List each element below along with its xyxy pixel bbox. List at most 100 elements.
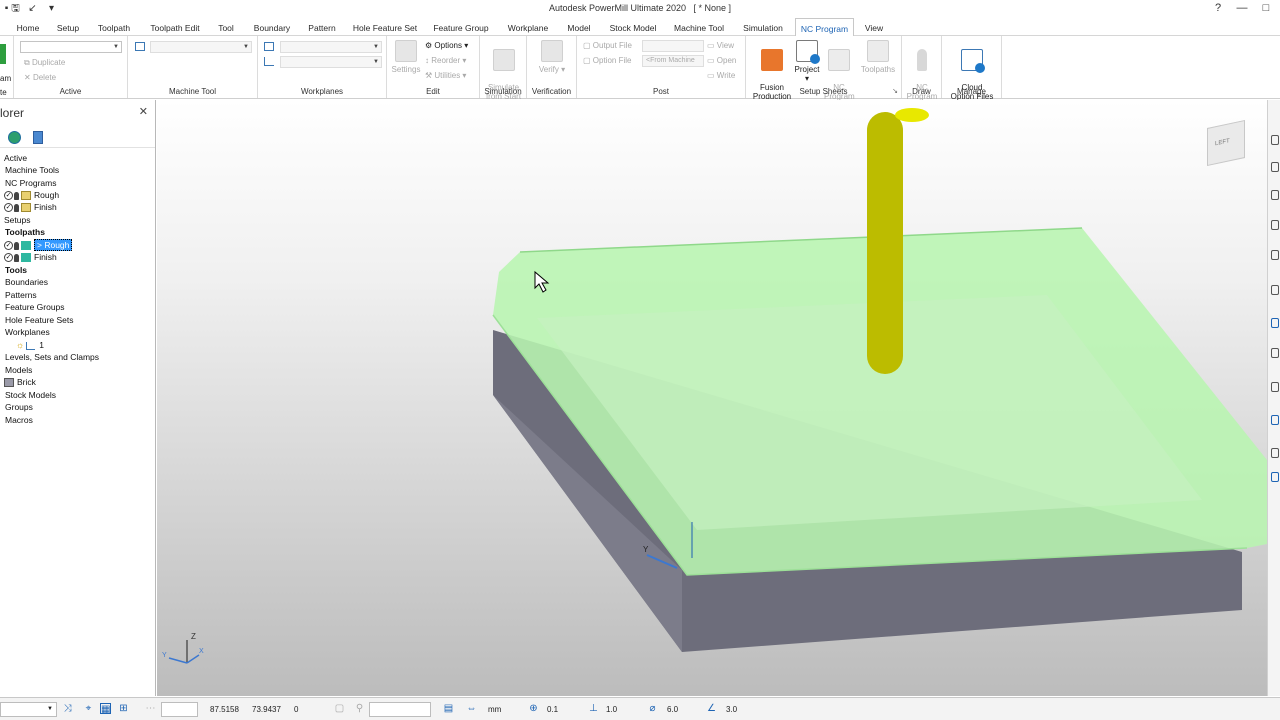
tab-setup[interactable]: Setup [52,20,84,36]
light-bulb-icon[interactable] [14,191,19,200]
tab-toolpath[interactable]: Toolpath [94,20,134,36]
stepover-icon[interactable]: ⊥ [588,703,599,714]
project-button[interactable]: Project ▾ [792,40,822,83]
tree-item-machine-tools[interactable]: Machine Tools [5,164,59,176]
tab-stock-model[interactable]: Stock Model [606,20,660,36]
tab-view[interactable]: View [862,20,886,36]
tree-item-nc-rough[interactable]: ✓ Rough [4,189,59,201]
verify-button[interactable]: Verify ▾ [535,40,569,74]
tree-item-groups[interactable]: Groups [5,401,33,413]
tree-item-active[interactable]: Active [4,152,27,164]
tree-item-tools[interactable]: Tools [5,264,27,276]
view-toolbar-icon[interactable] [1271,448,1279,458]
tab-tool[interactable]: Tool [214,20,238,36]
tab-feature-group[interactable]: Feature Group [431,20,491,36]
help-icon[interactable]: ? [1205,1,1231,16]
tolerance-icon[interactable]: ⊕ [528,703,539,714]
tree-item-brick[interactable]: Brick [4,376,36,388]
units-icon[interactable]: ⇔ [466,703,477,714]
view-toolbar-icon[interactable] [1271,220,1279,230]
check-icon[interactable]: ✓ [4,191,13,201]
tree-item-feature-groups[interactable]: Feature Groups [5,301,65,313]
diameter-icon[interactable]: ⌀ [647,703,658,714]
view-toolbar-icon[interactable] [1271,415,1279,425]
tree-item-models[interactable]: Models [5,364,32,376]
view-toolbar-icon[interactable] [1271,135,1279,145]
tab-toolpath-edit[interactable]: Toolpath Edit [146,20,204,36]
tree-item-workplane-1[interactable]: ☼ 1 [16,339,44,351]
tree-item-workplanes[interactable]: Workplanes [5,326,50,338]
create-program-icon[interactable] [0,44,6,64]
tree-item-toolpath-rough[interactable]: ✓ > Rough [4,239,73,251]
tree-item-levels-sets-clamps[interactable]: Levels, Sets and Clamps [5,351,99,363]
active-program-select[interactable]: ▼ [20,41,122,53]
tab-pattern[interactable]: Pattern [304,20,340,36]
options-button[interactable]: ⚙ Options ▾ [425,41,468,50]
calculator-icon[interactable]: ▤ [443,703,454,714]
workplane-status-select[interactable]: ▼ [0,702,57,717]
toolpath-workplane-select[interactable]: ▼ [280,56,382,68]
tab-boundary[interactable]: Boundary [251,20,293,36]
snap-icon[interactable]: ⤨ [62,703,73,714]
check-icon[interactable]: ✓ [4,253,13,263]
view-button[interactable]: ▭ View [707,41,734,50]
workplane-select[interactable]: ▼ [280,41,382,53]
command-field[interactable] [369,702,431,717]
tree-item-hole-feature-sets[interactable]: Hole Feature Sets [5,314,74,326]
tree-item-stock-models[interactable]: Stock Models [5,389,56,401]
pick-icon[interactable]: ⌖ [83,703,94,714]
light-bulb-icon[interactable] [14,203,19,212]
dialog-launcher-icon[interactable]: ↘ [892,87,898,95]
tab-workplane[interactable]: Workplane [504,20,552,36]
utilities-button[interactable]: ⚒ Utilities ▾ [425,71,466,80]
output-file-field[interactable] [642,40,704,52]
minimize-button[interactable]: — [1229,1,1255,16]
view-toolbar-icon[interactable] [1271,348,1279,358]
create-program-label[interactable]: am [0,74,11,83]
tree-item-toolpath-finish[interactable]: ✓ Finish [4,251,57,263]
angle-icon[interactable]: ∠ [706,703,717,714]
lock-icon[interactable]: ▢ [334,703,345,714]
view-toolbar-icon[interactable] [1271,318,1279,328]
duplicate-button[interactable]: ⧉ Duplicate [24,58,65,68]
grid-icon[interactable]: ⊞ [118,703,129,714]
trash-icon[interactable] [33,131,43,144]
graphics-viewport[interactable]: Y Z X Y LEFT [157,100,1267,696]
view-toolbar-icon[interactable] [1271,382,1279,392]
toolpaths-sheet-button[interactable]: Toolpaths [858,40,898,74]
tab-nc-program[interactable]: NC Program [795,18,854,37]
tree-item-patterns[interactable]: Patterns [5,289,37,301]
view-toolbar-icon[interactable] [1271,162,1279,172]
view-toolbar-icon[interactable] [1271,190,1279,200]
tree-item-nc-finish[interactable]: ✓ Finish [4,201,57,213]
reorder-button[interactable]: ↕ Reorder ▾ [425,56,466,65]
view-toolbar-icon[interactable] [1271,285,1279,295]
close-icon[interactable]: ✕ [139,105,148,118]
option-file-select[interactable]: <From Machine [642,55,704,67]
tree-item-macros[interactable]: Macros [5,414,33,426]
view-toolbar-icon[interactable] [1271,250,1279,260]
tab-simulation[interactable]: Simulation [740,20,786,36]
tab-home[interactable]: Home [12,20,44,36]
link-icon[interactable]: ⚲ [354,703,365,714]
tree-item-setups[interactable]: Setups [4,214,30,226]
tab-model[interactable]: Model [563,20,595,36]
tab-machine-tool[interactable]: Machine Tool [672,20,726,36]
grid-dots-icon[interactable]: ⋯ [145,703,156,714]
check-icon[interactable]: ✓ [4,203,13,213]
view-cube[interactable]: LEFT [1207,119,1245,167]
machine-tool-select[interactable]: ▼ [150,41,252,53]
open-button[interactable]: ▭ Open [707,56,736,65]
write-button[interactable]: ▭ Write [707,71,735,80]
tree-item-boundaries[interactable]: Boundaries [5,276,48,288]
maximize-button[interactable]: □ [1253,1,1279,16]
coordinate-mode-field[interactable] [161,702,198,717]
grid-toggle-icon[interactable]: ▦ [100,703,111,715]
settings-button[interactable]: Settings [391,40,421,74]
delete-button[interactable]: ✕ Delete [24,73,56,82]
light-bulb-icon[interactable] [14,241,19,250]
light-bulb-icon[interactable] [14,253,19,262]
view-toolbar-icon[interactable] [1271,472,1279,482]
tab-hole-feature-set[interactable]: Hole Feature Set [351,20,419,36]
tree-item-nc-programs[interactable]: NC Programs [5,177,56,189]
